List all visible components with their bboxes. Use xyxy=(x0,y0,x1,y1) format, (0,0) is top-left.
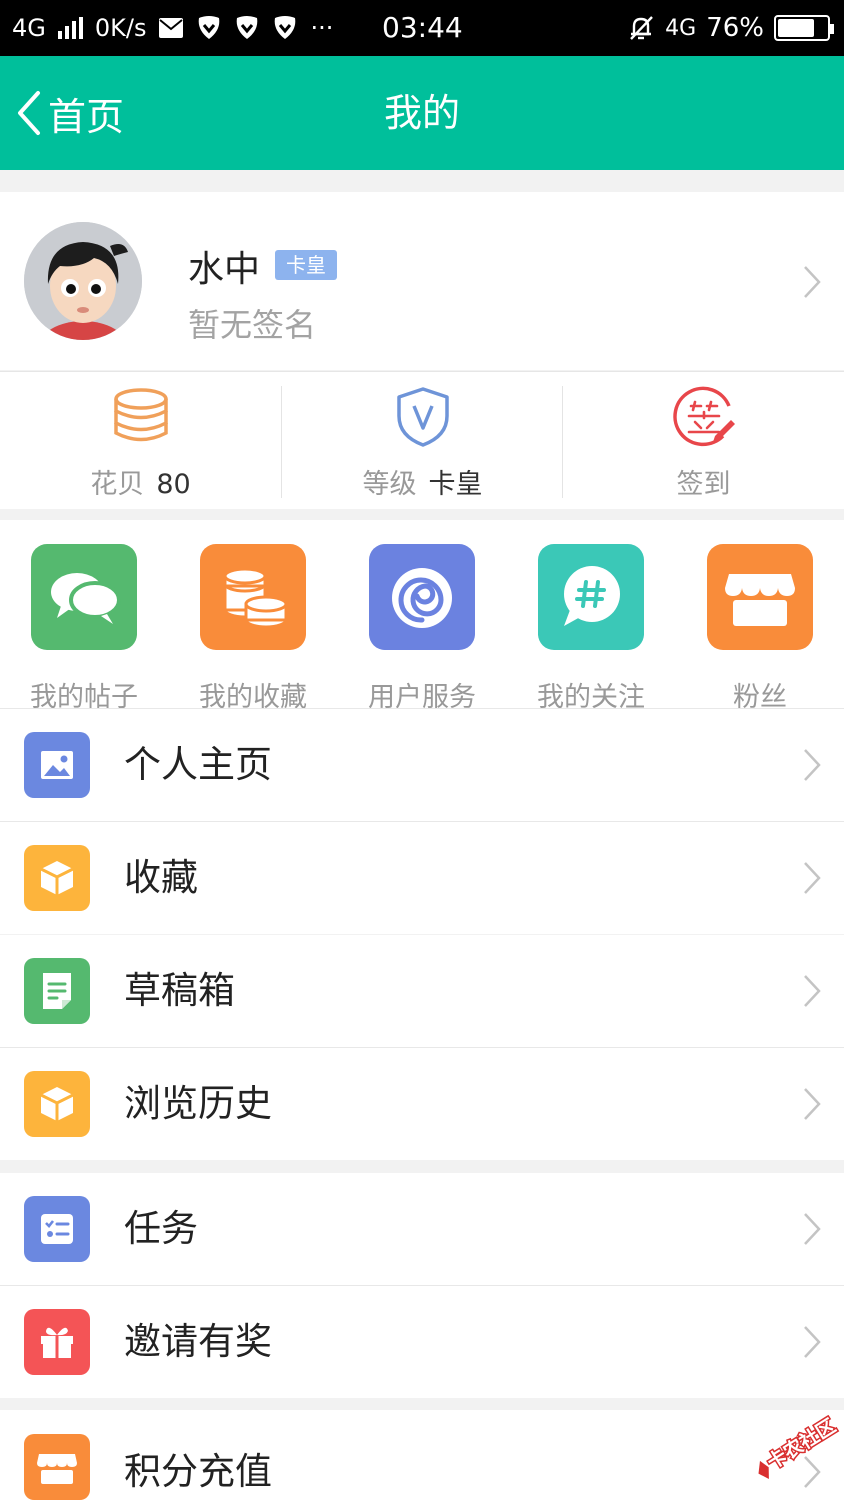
battery-percent: 76% xyxy=(706,13,764,43)
menu-label: 收藏 xyxy=(124,856,198,899)
task-list-icon xyxy=(24,1196,90,1262)
quick-my-follows[interactable]: 我的关注 xyxy=(507,544,675,713)
signin-button[interactable]: 签到 xyxy=(563,372,844,510)
app-notification-icon xyxy=(199,16,220,39)
stat-value: 卡皇 xyxy=(428,469,483,500)
store-icon xyxy=(707,544,813,650)
quick-actions-grid: 我的帖子 我的收藏 用户服务 我的关注 粉丝 xyxy=(0,520,844,713)
cube-icon xyxy=(24,1071,90,1137)
menu-label: 个人主页 xyxy=(124,743,272,786)
network-type-secondary: 4G xyxy=(665,15,697,41)
menu-label: 草稿箱 xyxy=(124,969,235,1012)
menu-label: 邀请有奖 xyxy=(124,1320,272,1363)
stat-label: 花贝 80 xyxy=(90,469,191,500)
stat-label: 等级 卡皇 xyxy=(362,469,483,500)
swirl-icon xyxy=(369,544,475,650)
quick-fans[interactable]: 粉丝 xyxy=(676,544,844,713)
menu-item-invite[interactable]: 邀请有奖 xyxy=(0,1286,844,1398)
cube-icon xyxy=(24,845,90,911)
stat-label: 签到 xyxy=(676,469,731,500)
menu-item-history[interactable]: 浏览历史 xyxy=(0,1048,844,1160)
svg-text:卡农社区: 卡农社区 xyxy=(763,1414,840,1474)
hashtag-icon xyxy=(538,544,644,650)
coin-stack-icon xyxy=(200,544,306,650)
store-icon xyxy=(24,1434,90,1500)
chevron-right-icon xyxy=(804,1213,821,1245)
shield-v-icon xyxy=(396,387,449,447)
avatar[interactable] xyxy=(24,222,142,340)
signin-stamp-icon xyxy=(672,386,735,447)
app-notification-icon xyxy=(275,16,296,39)
menu-label: 浏览历史 xyxy=(124,1082,272,1125)
chevron-right-icon xyxy=(804,1088,821,1120)
image-icon xyxy=(24,732,90,798)
network-speed: 0K/s xyxy=(94,14,147,42)
mail-icon xyxy=(159,18,184,38)
chat-bubbles-icon xyxy=(31,544,137,650)
clock: 03:44 xyxy=(382,11,463,44)
stats-bar: 花贝 80 等级 卡皇 签到 xyxy=(0,371,844,509)
stat-huabei[interactable]: 花贝 80 xyxy=(0,372,281,510)
menu-item-points-recharge[interactable]: 积分充值 xyxy=(0,1410,844,1500)
more-notifications: ··· xyxy=(310,14,334,42)
menu-item-drafts[interactable]: 草稿箱 xyxy=(0,935,844,1047)
battery-icon xyxy=(774,15,834,41)
chevron-left-icon xyxy=(18,91,40,135)
mute-icon xyxy=(630,16,654,40)
chevron-right-icon xyxy=(804,266,821,298)
level-badge: 卡皇 xyxy=(275,250,337,280)
page-title: 我的 xyxy=(383,91,460,135)
menu-item-favorites[interactable]: 收藏 xyxy=(0,822,844,934)
network-type: 4G xyxy=(12,14,46,42)
top-nav-bar: 首页 我的 xyxy=(0,56,844,170)
status-bar: 4G 0K/s ··· 03:44 4G 76% xyxy=(0,0,844,56)
chevron-right-icon xyxy=(804,1326,821,1358)
draft-note-icon xyxy=(24,958,90,1024)
signal-icon xyxy=(57,17,83,39)
back-button[interactable]: 首页 xyxy=(14,56,124,170)
chevron-right-icon xyxy=(804,749,821,781)
app-notification-icon xyxy=(237,16,258,39)
stat-level[interactable]: 等级 卡皇 xyxy=(282,372,563,510)
chevron-right-icon xyxy=(804,862,821,894)
profile-card[interactable]: 水中 卡皇 暂无签名 xyxy=(0,192,844,370)
stat-value: 80 xyxy=(156,469,191,500)
gift-icon xyxy=(24,1309,90,1375)
quick-user-service[interactable]: 用户服务 xyxy=(338,544,506,713)
menu-item-homepage[interactable]: 个人主页 xyxy=(0,709,844,821)
user-signature: 暂无签名 xyxy=(188,306,317,344)
coin-stack-icon xyxy=(113,388,168,442)
username: 水中 xyxy=(188,249,261,290)
watermark-logo: 卡农社区 xyxy=(758,1413,841,1479)
back-label: 首页 xyxy=(48,94,125,139)
chevron-right-icon xyxy=(804,975,821,1007)
menu-item-tasks[interactable]: 任务 xyxy=(0,1173,844,1285)
menu-label: 积分充值 xyxy=(124,1450,272,1493)
quick-my-favorites[interactable]: 我的收藏 xyxy=(169,544,337,713)
menu-label: 任务 xyxy=(124,1207,198,1250)
quick-my-posts[interactable]: 我的帖子 xyxy=(0,544,168,713)
